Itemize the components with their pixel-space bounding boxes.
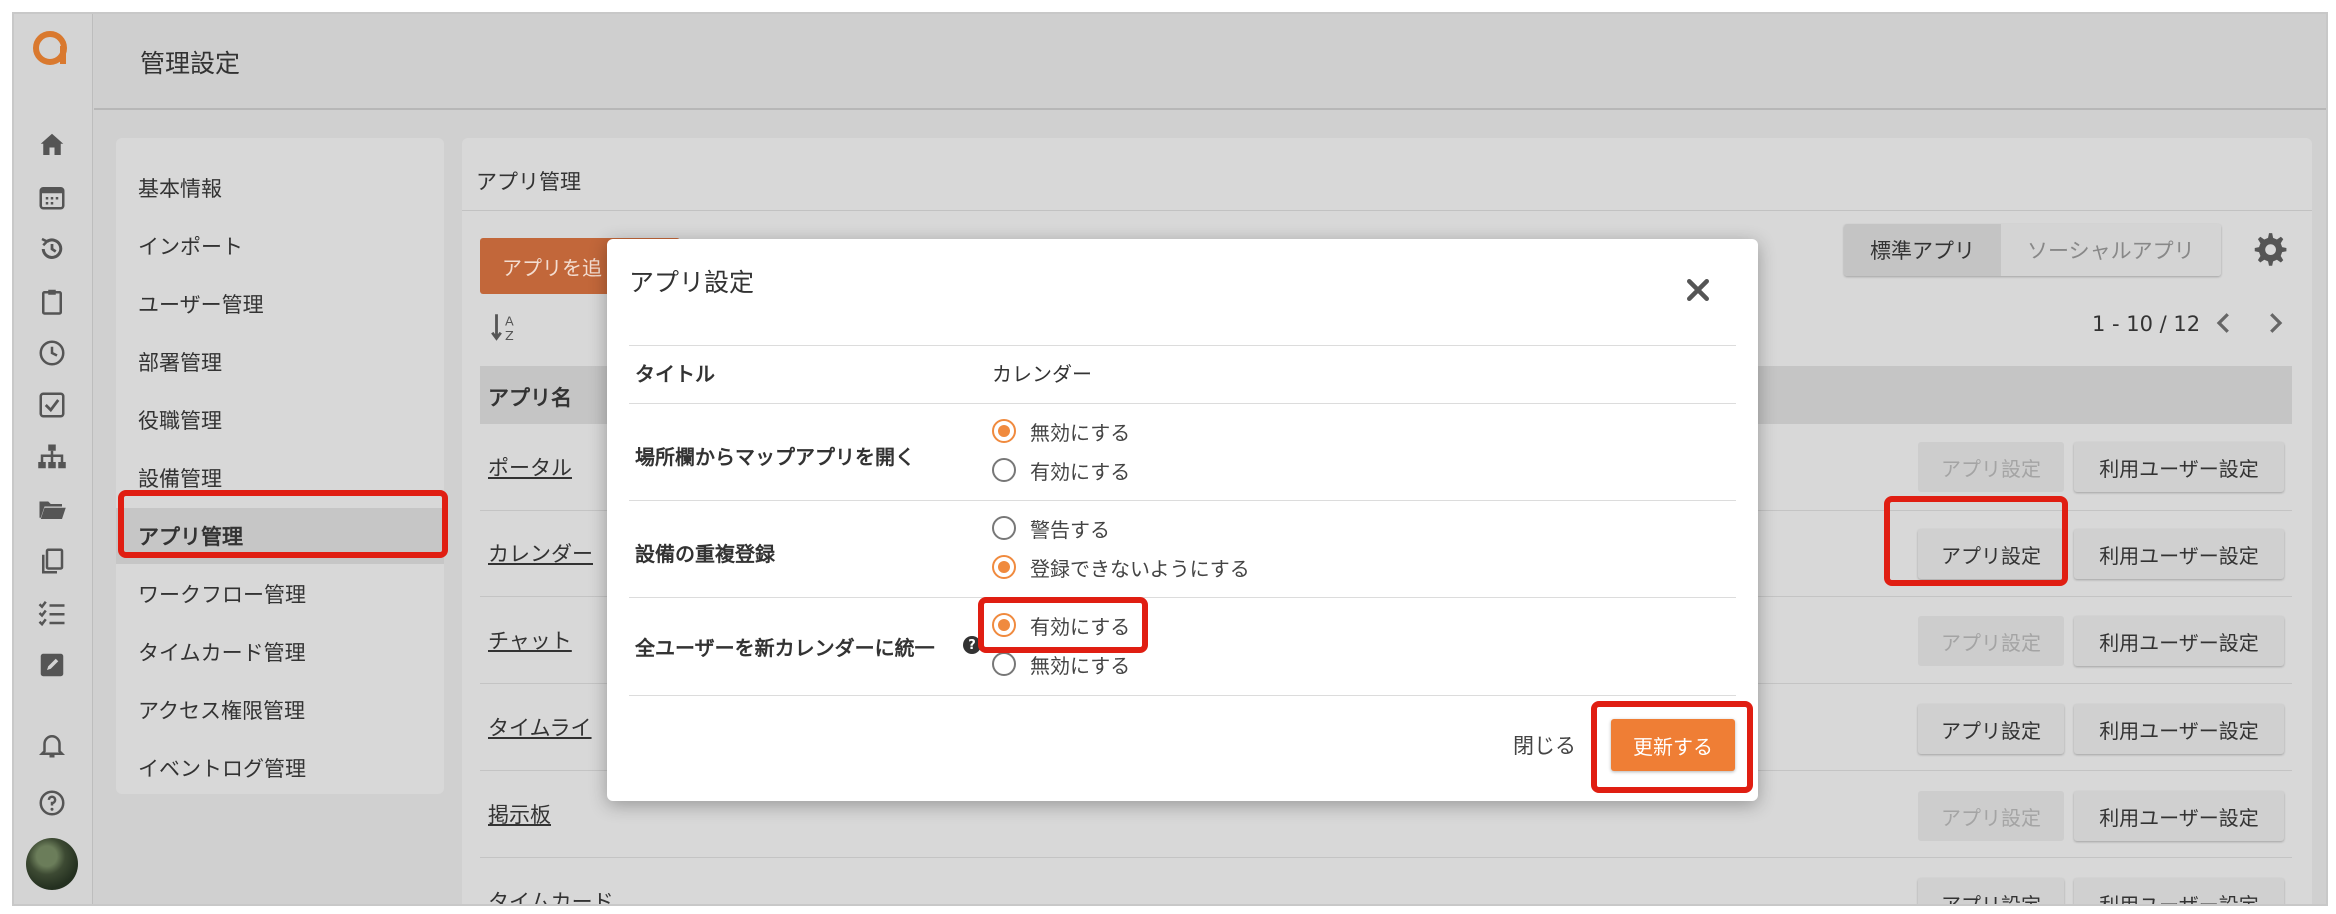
app-settings-button[interactable]: アプリ設定	[1918, 878, 2064, 904]
highlight-menu-app-management	[118, 490, 448, 558]
app-settings-button[interactable]: アプリ設定	[1918, 791, 2064, 841]
field-label-title: タイトル	[635, 362, 715, 386]
app-settings-button[interactable]: アプリ設定	[1918, 442, 2064, 492]
close-button[interactable]: 閉じる	[1513, 730, 1576, 760]
app-window: 管理設定 基本情報 インポート ユーザー管理 部署管理 役職管理 設備管理 アプ…	[12, 12, 2328, 906]
radio-map-option-1[interactable]: 無効にする	[992, 416, 1130, 446]
page-title: 管理設定	[140, 49, 241, 78]
icon-rail	[14, 14, 93, 904]
tab-social-apps[interactable]: ソーシャルアプリ	[2001, 224, 2221, 276]
divider	[629, 597, 1736, 598]
menu-item-import[interactable]: インポート	[116, 218, 444, 274]
org-chart-icon[interactable]	[35, 440, 69, 474]
close-icon[interactable]	[1683, 275, 1713, 305]
home-icon[interactable]	[35, 128, 69, 162]
highlight-calendar-app-settings	[1884, 496, 2068, 586]
history-icon[interactable]	[35, 232, 69, 266]
menu-item-basic-info[interactable]: 基本情報	[116, 160, 444, 216]
checkbox-icon[interactable]	[35, 388, 69, 422]
radio-map-option-2[interactable]: 有効にする	[992, 455, 1130, 485]
radio-circle[interactable]	[992, 555, 1016, 579]
menu-item-access[interactable]: アクセス権限管理	[116, 682, 444, 738]
table-row: タイムカード アプリ設定 利用ユーザー設定	[480, 858, 2292, 904]
clock-icon[interactable]	[35, 336, 69, 370]
column-header-app-name: アプリ名	[488, 386, 572, 410]
folder-icon[interactable]	[35, 492, 69, 526]
tab-standard-apps[interactable]: 標準アプリ	[1844, 224, 2001, 276]
divider	[629, 500, 1736, 501]
calendar-icon[interactable]	[35, 180, 69, 214]
app-type-tabs: 標準アプリ ソーシャルアプリ	[1844, 224, 2221, 276]
radio-unify-disable[interactable]: 無効にする	[992, 649, 1130, 679]
clipboard-icon[interactable]	[35, 284, 69, 318]
highlight-update-button	[1591, 701, 1753, 793]
radio-circle[interactable]	[992, 652, 1016, 676]
divider	[629, 345, 1736, 346]
user-settings-button[interactable]: 利用ユーザー設定	[2074, 704, 2284, 754]
radio-label: 登録できないようにする	[1030, 556, 1250, 581]
menu-item-positions[interactable]: 役職管理	[116, 392, 444, 448]
edit-icon[interactable]	[35, 648, 69, 682]
copy-icon[interactable]	[35, 544, 69, 578]
chevron-left-icon[interactable]	[2209, 308, 2239, 338]
field-label-duplicate-booking: 設備の重複登録	[635, 542, 775, 566]
menu-item-timecard[interactable]: タイムカード管理	[116, 624, 444, 680]
radio-dup-warn[interactable]: 警告する	[992, 513, 1110, 543]
avatar[interactable]	[26, 838, 78, 890]
menu-item-departments[interactable]: 部署管理	[116, 334, 444, 390]
user-settings-button[interactable]: 利用ユーザー設定	[2074, 529, 2284, 579]
menu-item-users[interactable]: ユーザー管理	[116, 276, 444, 332]
checklist-icon[interactable]	[35, 596, 69, 630]
field-value-title: カレンダー	[992, 362, 1092, 386]
app-settings-button[interactable]: アプリ設定	[1918, 704, 2064, 754]
settings-menu: 基本情報 インポート ユーザー管理 部署管理 役職管理 設備管理 アプリ管理 ワ…	[116, 138, 444, 794]
pagination-text: 1 - 10 / 12	[2092, 312, 2201, 336]
svg-text:A: A	[505, 315, 514, 330]
highlight-unify-enable	[978, 597, 1148, 653]
bell-icon[interactable]	[35, 728, 69, 762]
app-settings-dialog: アプリ設定 タイトル カレンダー 場所欄からマップアプリを開く 無効にする 有効…	[607, 239, 1758, 801]
radio-label: 無効にする	[1030, 653, 1131, 678]
app-link-chat[interactable]: チャット	[488, 625, 572, 655]
menu-item-event-log[interactable]: イベントログ管理	[116, 740, 444, 796]
radio-label: 有効にする	[1030, 459, 1131, 484]
menu-item-workflow[interactable]: ワークフロー管理	[116, 566, 444, 622]
panel-title: アプリ管理	[476, 170, 581, 194]
app-link-bulletin-board[interactable]: 掲示板	[488, 799, 551, 829]
gear-icon[interactable]	[2250, 230, 2288, 268]
chevron-right-icon[interactable]	[2260, 308, 2290, 338]
app-link-timecard[interactable]: タイムカード	[488, 886, 614, 904]
dialog-title: アプリ設定	[629, 268, 755, 297]
help-circle-icon[interactable]	[35, 786, 69, 820]
field-label-map-app: 場所欄からマップアプリを開く	[635, 445, 915, 469]
user-settings-button[interactable]: 利用ユーザー設定	[2074, 878, 2284, 904]
app-settings-button[interactable]: アプリ設定	[1918, 616, 2064, 666]
radio-circle[interactable]	[992, 458, 1016, 482]
radio-label: 無効にする	[1030, 420, 1131, 445]
sort-az-icon[interactable]: A Z	[488, 310, 522, 344]
logo-icon[interactable]	[28, 28, 72, 72]
app-link-calendar[interactable]: カレンダー	[488, 538, 593, 568]
user-settings-button[interactable]: 利用ユーザー設定	[2074, 442, 2284, 492]
radio-circle[interactable]	[992, 419, 1016, 443]
divider	[629, 695, 1736, 696]
divider	[462, 210, 2312, 211]
divider	[629, 403, 1736, 404]
radio-dup-block[interactable]: 登録できないようにする	[992, 552, 1250, 582]
page-header: 管理設定	[94, 14, 2326, 110]
field-label-unify-calendar: 全ユーザーを新カレンダーに統一	[635, 636, 935, 660]
svg-text:Z: Z	[505, 329, 514, 344]
user-settings-button[interactable]: 利用ユーザー設定	[2074, 616, 2284, 666]
app-link-portal[interactable]: ポータル	[488, 452, 572, 482]
user-settings-button[interactable]: 利用ユーザー設定	[2074, 791, 2284, 841]
radio-label: 警告する	[1030, 517, 1110, 542]
radio-circle[interactable]	[992, 516, 1016, 540]
app-link-timeline[interactable]: タイムライ	[488, 712, 592, 742]
